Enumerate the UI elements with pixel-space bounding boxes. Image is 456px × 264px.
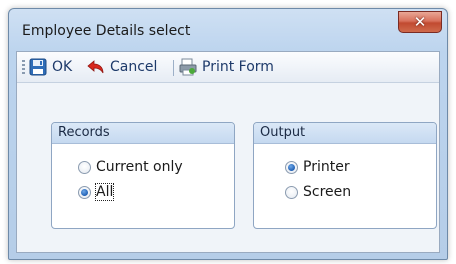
cancel-label: Cancel: [110, 59, 158, 75]
radio-printer[interactable]: Printer: [285, 159, 350, 175]
dialog-window: Employee Details select ✕ OK Cancel Prin…: [8, 8, 448, 260]
undo-arrow-icon: [87, 58, 105, 76]
radio-screen[interactable]: Screen: [285, 184, 351, 200]
save-disk-icon: [29, 58, 47, 76]
toolbar-grip[interactable]: [22, 60, 25, 74]
radio-current-only-label: Current only: [96, 159, 183, 175]
radio-button-icon: [285, 185, 298, 199]
window-title: Employee Details select: [22, 23, 191, 39]
radio-button-selected-icon: [285, 160, 298, 174]
output-group: Output Printer Screen: [253, 122, 437, 229]
print-form-icon: [179, 58, 197, 76]
ok-label: OK: [52, 59, 73, 75]
radio-button-icon: [78, 160, 91, 174]
records-group: Records Current only All: [51, 122, 235, 229]
output-group-header: Output: [254, 123, 436, 144]
print-form-label: Print Form: [202, 59, 274, 75]
close-icon: ✕: [413, 12, 427, 31]
radio-all-label: All: [94, 183, 115, 201]
radio-screen-label: Screen: [303, 184, 352, 200]
cancel-button[interactable]: Cancel: [87, 57, 157, 77]
toolbar-separator: [173, 60, 174, 76]
radio-all[interactable]: All: [78, 183, 115, 201]
output-group-title: Output: [260, 125, 306, 140]
title-bar[interactable]: Employee Details select ✕: [9, 9, 447, 49]
print-form-button[interactable]: Print Form: [179, 57, 274, 77]
radio-current-only[interactable]: Current only: [78, 159, 183, 175]
ok-button[interactable]: OK: [29, 57, 72, 77]
dialog-body: OK Cancel Print Form Records Current onl…: [16, 51, 440, 253]
close-button[interactable]: ✕: [398, 11, 442, 33]
toolbar: OK Cancel Print Form: [17, 52, 439, 83]
radio-button-selected-icon: [78, 185, 91, 199]
records-group-title: Records: [58, 125, 110, 140]
radio-printer-label: Printer: [303, 159, 350, 175]
records-group-header: Records: [52, 123, 234, 144]
